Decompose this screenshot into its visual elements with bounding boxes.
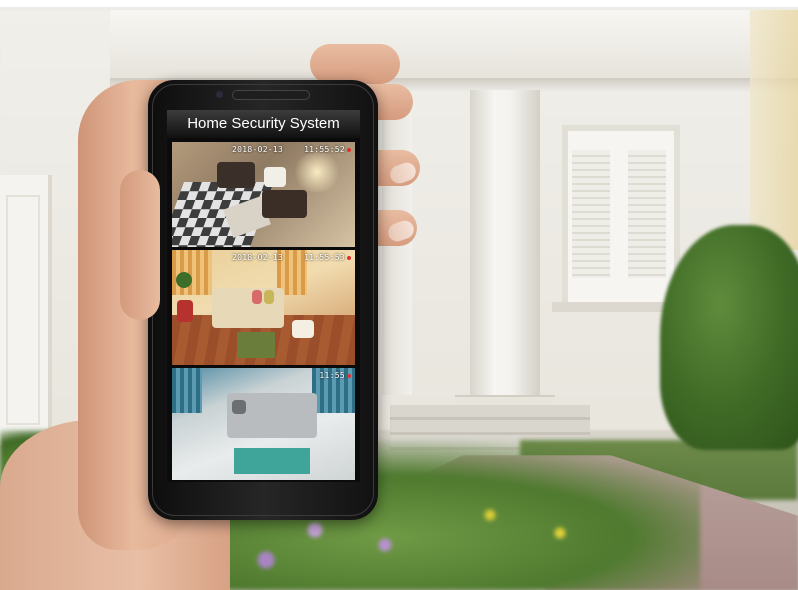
armchair <box>262 190 307 218</box>
thumb <box>120 170 160 320</box>
curtain <box>172 368 202 413</box>
recording-dot-icon <box>347 256 351 260</box>
green-rug <box>237 332 275 358</box>
camera-feed-2[interactable]: 2018-02-13 11:55:53 <box>172 250 355 365</box>
red-chair <box>177 300 193 322</box>
front-camera-icon <box>216 91 223 98</box>
feed-date: 2018-02-13 <box>232 145 284 154</box>
top-border <box>0 0 798 7</box>
phone-screen: Home Security System 2018-02-13 11:55:52 <box>167 110 360 482</box>
green-bush <box>660 225 798 450</box>
photo-scene: Home Security System 2018-02-13 11:55:52 <box>0 0 798 590</box>
cushion <box>252 290 262 304</box>
index-finger <box>310 44 400 84</box>
recording-dot-icon <box>347 148 351 152</box>
side-table <box>292 320 314 338</box>
feed-time: 11:55:52 <box>304 145 345 154</box>
curtain <box>172 250 212 295</box>
porch-column <box>470 90 540 410</box>
feed-time: 11:55:53 <box>304 253 345 262</box>
cushion <box>232 400 246 414</box>
side-table <box>264 167 286 187</box>
app-title: Home Security System <box>167 110 360 138</box>
teal-rug <box>234 448 310 474</box>
camera-feed-3[interactable]: 11:55 <box>172 368 355 480</box>
roof-band <box>110 10 798 80</box>
cushion <box>264 290 274 304</box>
feed-time: 11:55 <box>319 371 345 380</box>
armchair <box>217 162 255 188</box>
house-corner <box>750 10 798 250</box>
recording-dot-icon <box>347 374 351 378</box>
window-shutter-right <box>628 150 666 278</box>
plant <box>176 272 192 288</box>
lamp-light <box>292 152 342 192</box>
window-shutter-left <box>572 150 610 278</box>
earpiece-speaker-icon <box>232 90 310 100</box>
door-panel <box>6 195 40 425</box>
feed-date: 2018-02-13 <box>232 253 284 262</box>
camera-feed-1[interactable]: 2018-02-13 11:55:52 <box>172 142 355 247</box>
